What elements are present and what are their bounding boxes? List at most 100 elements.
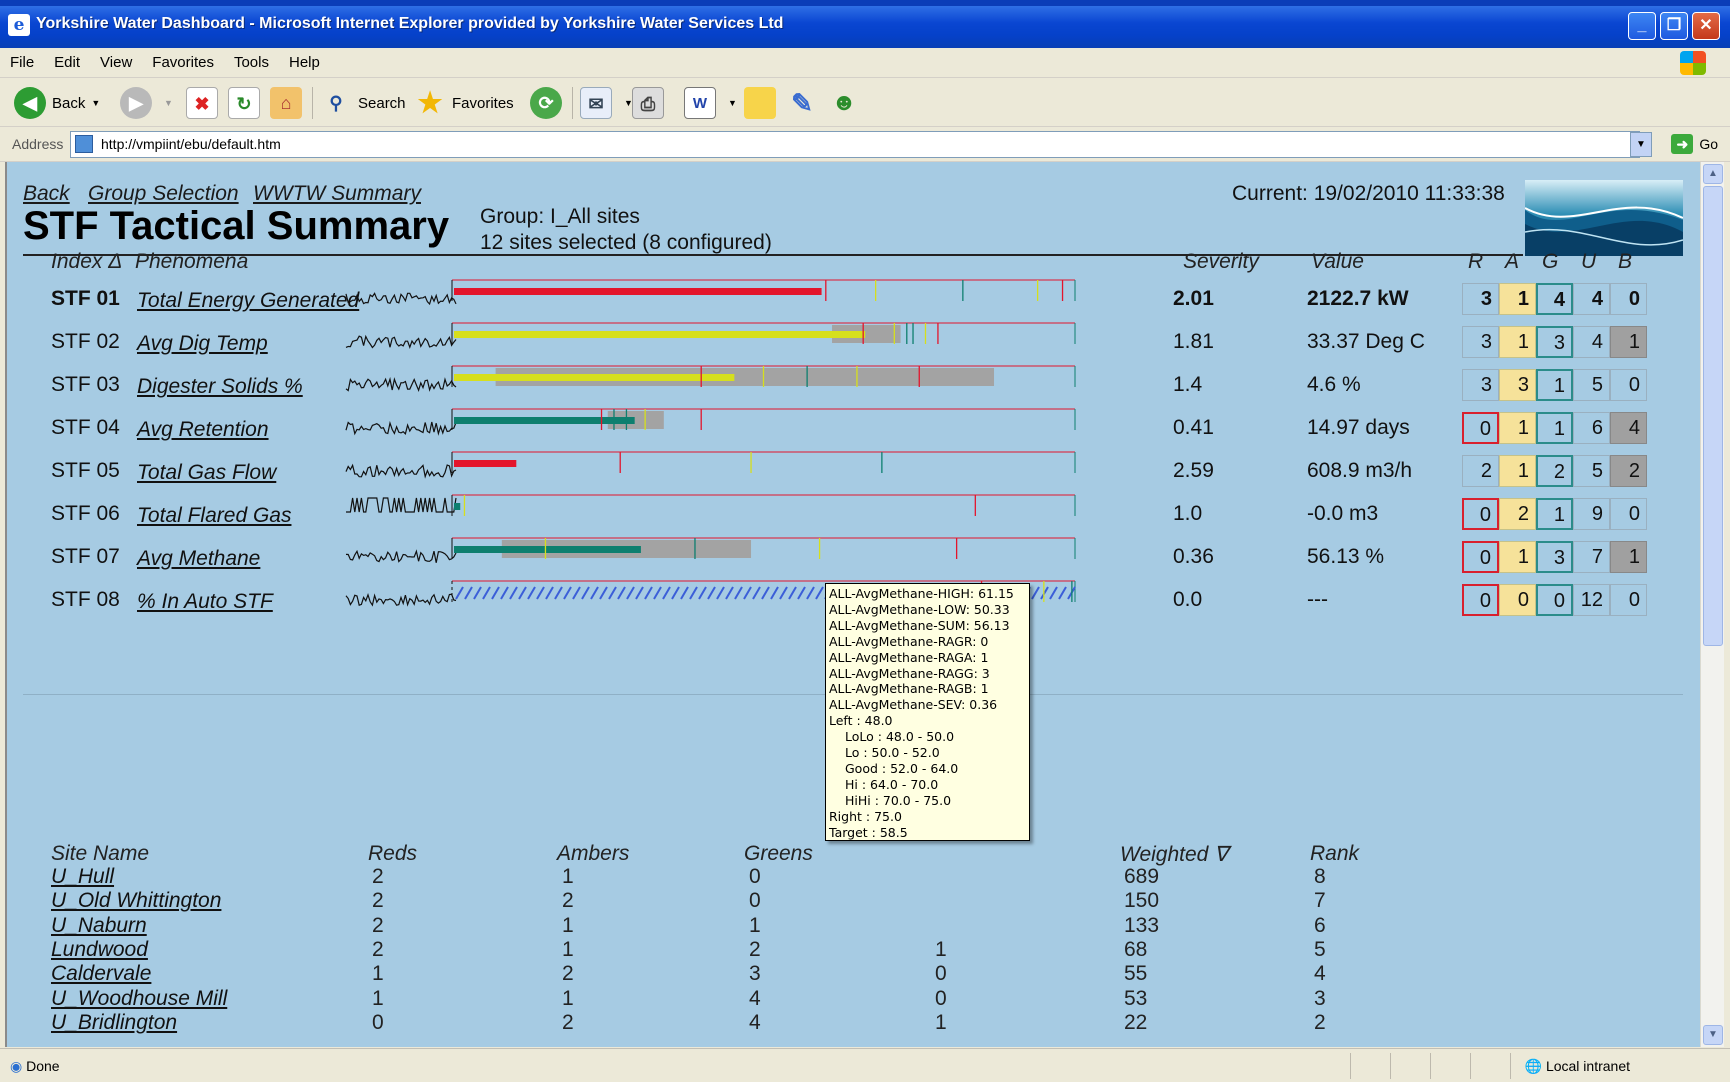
stf-hatch-mark <box>464 586 473 600</box>
stf-sparkline <box>345 376 457 392</box>
go-button[interactable]: ➜ Go <box>1671 134 1718 154</box>
site-ambers: 2 <box>562 1010 574 1034</box>
restore-button[interactable]: ❐ <box>1660 12 1688 40</box>
site-link[interactable]: Caldervale <box>51 962 151 986</box>
site-link[interactable]: U_Bridlington <box>51 1011 177 1035</box>
stf-value-bar[interactable] <box>454 331 866 338</box>
stf-hatch-mark <box>662 586 671 600</box>
site-reds: 2 <box>372 865 384 888</box>
stf-hatch-mark <box>770 586 779 600</box>
mail-button[interactable]: ✉ ▼ <box>580 85 633 121</box>
stf-sparkline <box>345 592 457 607</box>
search-button[interactable]: ⚲ Search <box>320 85 406 121</box>
site-greens: 3 <box>749 962 761 986</box>
scroll-down-icon[interactable]: ▼ <box>1703 1025 1723 1045</box>
scroll-thumb[interactable] <box>1703 186 1723 646</box>
site-header-weighted[interactable]: Weighted ∇ <box>1120 842 1228 867</box>
tooltip-line: ALL-AvgMethane-HIGH: 61.15 <box>829 586 1014 601</box>
tooltip-band: Lo : 50.0 - 52.0 <box>845 745 940 761</box>
tooltip-band: Hi : 64.0 - 70.0 <box>845 776 939 792</box>
address-input[interactable]: http://vmpiint/ebu/default.htm <box>70 131 1640 158</box>
stf-value-bar[interactable] <box>454 546 641 553</box>
stf-hatch-mark <box>698 586 707 600</box>
site-link[interactable]: U_Old Whittington <box>51 889 221 913</box>
stop-icon: ✖ <box>186 87 218 119</box>
site-link[interactable]: U_Hull <box>51 865 114 889</box>
scroll-up-icon[interactable]: ▲ <box>1703 164 1723 184</box>
site-greens: 4 <box>749 1010 761 1034</box>
discuss-button[interactable] <box>744 85 782 121</box>
site-link[interactable]: U_Naburn <box>51 914 147 938</box>
site-header-rank: Rank <box>1310 842 1360 865</box>
stf-hatch-mark <box>563 586 572 600</box>
ie-app-icon[interactable]: e <box>8 14 30 36</box>
stf-sparkline <box>345 463 457 479</box>
site-reds: 0 <box>372 1010 384 1034</box>
site-rank: 2 <box>1314 1010 1326 1034</box>
go-arrow-icon: ➜ <box>1671 134 1694 154</box>
stf-hatch-mark <box>680 586 689 600</box>
toolbar: ◀ Back ▼ ▶ ▼ ✖ ↻ ⌂ ⚲ Search ★ Favorites ⟳ … <box>0 79 1730 127</box>
menu-help[interactable]: Help <box>279 48 330 78</box>
stop-button[interactable]: ✖ <box>186 85 224 121</box>
stf-hatch-mark <box>572 586 581 600</box>
windows-logo-icon <box>1680 51 1706 75</box>
stf-value-bar[interactable] <box>454 417 635 424</box>
menu-view[interactable]: View <box>90 48 142 78</box>
site-link[interactable]: Lundwood <box>51 938 148 962</box>
history-button[interactable]: ⟳ <box>530 85 568 121</box>
stf-value-bar[interactable] <box>454 460 517 467</box>
vertical-scrollbar[interactable]: ▲ ▼ <box>1700 162 1724 1047</box>
address-dropdown-icon[interactable]: ▼ <box>1630 132 1652 157</box>
stf-hatch-mark <box>671 586 680 600</box>
go-label: Go <box>1699 136 1718 152</box>
research-button[interactable]: ✎ <box>786 85 824 121</box>
edit-button[interactable]: W ▼ <box>684 85 737 121</box>
menu-favorites[interactable]: Favorites <box>142 48 224 78</box>
tooltip-line: ALL-AvgMethane-RAGA: 1 <box>829 649 989 665</box>
note-icon <box>744 87 776 119</box>
intranet-globe-icon: 🌐 <box>1524 1058 1543 1074</box>
stf-hatch-mark <box>725 586 734 600</box>
stf-value-bar[interactable] <box>454 374 735 381</box>
tooltip-line: ALL-AvgMethane-RAGG: 3 <box>829 665 990 681</box>
pen-icon: ✎ <box>791 88 813 118</box>
close-button[interactable]: ✕ <box>1692 12 1720 40</box>
stf-hatch-mark <box>788 586 797 600</box>
home-button[interactable]: ⌂ <box>270 85 308 121</box>
stf-sparkline <box>345 420 457 436</box>
stf-hatch-mark <box>734 586 743 600</box>
menu-edit[interactable]: Edit <box>44 48 90 78</box>
site-link[interactable]: U_Woodhouse Mill <box>51 987 227 1011</box>
forward-button[interactable]: ▶ ▼ <box>120 85 173 121</box>
refresh-button[interactable]: ↻ <box>228 85 266 121</box>
star-icon: ★ <box>417 87 443 118</box>
back-button[interactable]: ◀ Back ▼ <box>14 85 100 121</box>
messenger-button[interactable]: ☻ <box>828 85 866 121</box>
stf-hatch-mark <box>500 586 509 600</box>
stf-hatch-mark <box>806 586 815 600</box>
site-greens: 2 <box>749 937 761 961</box>
site-weighted: 68 <box>1124 937 1148 961</box>
site-fourth: 0 <box>935 986 947 1010</box>
stf-sparkline <box>345 334 457 349</box>
search-label: Search <box>358 94 406 112</box>
avg-methane-tooltip: ALL-AvgMethane-HIGH: 61.15 ALL-AvgMethane… <box>825 583 1030 841</box>
stf-value-bar[interactable] <box>454 288 822 295</box>
stf-value-bar[interactable] <box>454 503 461 510</box>
tooltip-line: ALL-AvgMethane-RAGB: 1 <box>829 681 989 697</box>
window-titlebar: e Yorkshire Water Dashboard - Microsoft … <box>0 0 1730 48</box>
site-rank: 6 <box>1314 913 1326 937</box>
site-reds: 1 <box>372 962 384 986</box>
site-reds: 1 <box>372 986 384 1010</box>
stf-sparkline <box>345 549 457 563</box>
tooltip-line: ALL-AvgMethane-SEV: 0.36 <box>829 697 998 713</box>
page-icon <box>75 135 93 153</box>
site-rank: 5 <box>1314 937 1326 961</box>
print-button[interactable]: ⎙ <box>632 85 670 121</box>
minimize-button[interactable]: _ <box>1628 12 1656 40</box>
site-header-ambers: Ambers <box>557 842 630 865</box>
favorites-button[interactable]: ★ Favorites <box>414 85 513 121</box>
menu-tools[interactable]: Tools <box>224 48 279 78</box>
menu-file[interactable]: File <box>0 48 44 78</box>
